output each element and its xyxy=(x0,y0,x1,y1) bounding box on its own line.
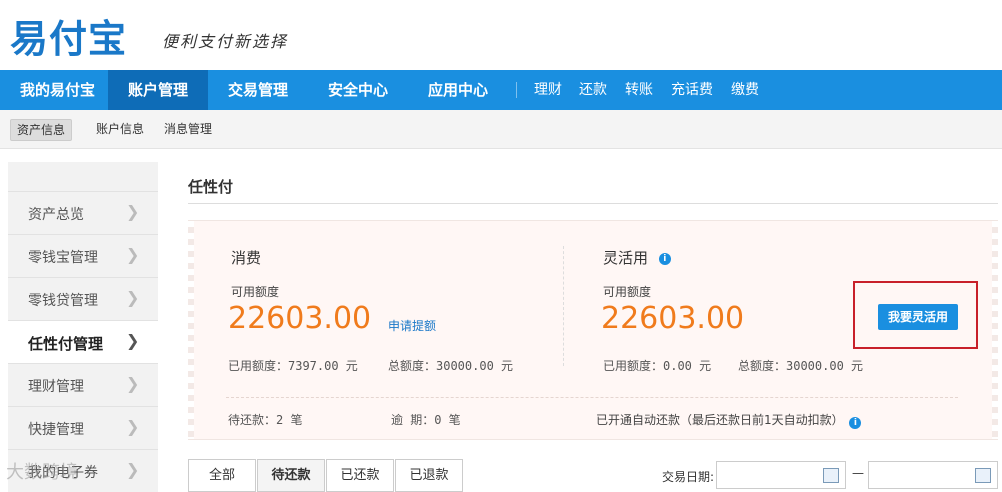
info-icon[interactable]: i xyxy=(849,417,862,429)
nav-sub-topup[interactable]: 充话费 xyxy=(671,70,713,110)
overdue-count: 逾 期：0 笔 xyxy=(391,413,461,427)
sidebar-item-quickpay[interactable]: 快捷管理 ❯ xyxy=(8,406,158,449)
title-divider xyxy=(188,203,998,204)
slogan: 便利支付新选择 xyxy=(162,32,289,51)
header: 易付宝 便利支付新选择 xyxy=(0,0,1002,70)
sidebar-item-label: 零钱宝管理 xyxy=(28,250,98,266)
sidebar-item-renxingfu[interactable]: 任性付管理 ❯ xyxy=(8,320,158,363)
chevron-right-icon: ❯ xyxy=(126,460,140,479)
nav-item-security[interactable]: 安全中心 xyxy=(308,70,408,110)
card-edge-left xyxy=(188,221,194,439)
flexible-use-button[interactable]: 我要灵活用 xyxy=(878,304,958,330)
consume-total-amount: 总额度：30000.00 元 xyxy=(388,359,514,373)
tab-refunded[interactable]: 已退款 xyxy=(395,459,463,492)
nav-item-my-account[interactable]: 我的易付宝 xyxy=(0,70,115,110)
sidebar-item-label: 零钱贷管理 xyxy=(28,293,98,309)
card-edge-right xyxy=(992,221,998,439)
consume-available-label: 可用额度 xyxy=(231,285,280,299)
chevron-right-icon: ❯ xyxy=(126,202,140,221)
sub-nav: 资产信息 账户信息 消息管理 xyxy=(0,110,1002,149)
sidebar-item-label: 任性付管理 xyxy=(28,335,104,353)
nav-sub-finance[interactable]: 理财 xyxy=(534,70,562,110)
logo-text: 易付宝 xyxy=(10,17,128,61)
flexible-heading: 灵活用 i xyxy=(603,247,671,268)
nav-item-apps[interactable]: 应用中心 xyxy=(408,70,508,110)
subnav-account-info[interactable]: 账户信息 xyxy=(90,119,150,139)
sidebar: 资产总览 ❯ 零钱宝管理 ❯ 零钱贷管理 ❯ 任性付管理 ❯ 理财管理 ❯ 快捷… xyxy=(8,162,158,492)
consume-used-amount: 已用额度：7397.00 元 xyxy=(228,359,358,373)
date-filter-label: 交易日期: xyxy=(662,470,715,484)
sidebar-item-change-loan[interactable]: 零钱贷管理 ❯ xyxy=(8,277,158,320)
start-date-input[interactable] xyxy=(716,461,846,489)
flexible-heading-text: 灵活用 xyxy=(603,249,649,267)
subnav-asset-info[interactable]: 资产信息 xyxy=(10,119,73,141)
chevron-right-icon: ❯ xyxy=(126,374,140,393)
flexible-total-amount: 总额度：30000.00 元 xyxy=(738,359,864,373)
sidebar-item-asset-overview[interactable]: 资产总览 ❯ xyxy=(8,191,158,234)
nav-item-transactions[interactable]: 交易管理 xyxy=(208,70,308,110)
sidebar-item-label: 理财管理 xyxy=(28,379,84,395)
chevron-right-icon: ❯ xyxy=(126,417,140,436)
chevron-right-icon: ❯ xyxy=(126,331,140,350)
calendar-icon[interactable] xyxy=(975,468,991,483)
increase-limit-link[interactable]: 申请提额 xyxy=(388,317,436,334)
autopay-status-text: 已开通自动还款（最后还款日前1天自动扣款） xyxy=(596,413,844,427)
card-divider xyxy=(226,397,958,398)
tab-all[interactable]: 全部 xyxy=(188,459,256,492)
nav-sub-transfer[interactable]: 转账 xyxy=(625,70,653,110)
sidebar-item-label: 快捷管理 xyxy=(28,422,84,438)
subnav-message-management[interactable]: 消息管理 xyxy=(158,119,218,139)
date-separator: — xyxy=(852,466,864,480)
logo[interactable]: 易付宝 xyxy=(10,8,127,63)
flexible-available-label: 可用额度 xyxy=(603,285,652,299)
flexible-used-amount: 已用额度：0.00 元 xyxy=(603,359,712,373)
nav-sub-repay[interactable]: 还款 xyxy=(579,70,607,110)
info-icon[interactable]: i xyxy=(658,253,671,265)
sidebar-item-label: 资产总览 xyxy=(28,207,84,223)
tab-repaid[interactable]: 已还款 xyxy=(326,459,394,492)
page-title: 任性付 xyxy=(188,178,234,196)
sidebar-item-wealth[interactable]: 理财管理 ❯ xyxy=(8,363,158,406)
credit-card-panel: 消费 可用额度 22603.00 申请提额 已用额度：7397.00 元 总额度… xyxy=(188,220,998,440)
calendar-icon[interactable] xyxy=(823,468,839,483)
watermark: 大数跨境 xyxy=(6,462,78,483)
autopay-status: 已开通自动还款（最后还款日前1天自动扣款） i xyxy=(596,411,862,429)
consume-heading: 消费 xyxy=(231,249,262,267)
end-date-input[interactable] xyxy=(868,461,998,489)
chevron-right-icon: ❯ xyxy=(126,288,140,307)
nav-sub-bills[interactable]: 缴费 xyxy=(731,70,759,110)
nav-divider xyxy=(516,82,517,98)
consume-available-value: 22603.00 xyxy=(228,301,372,336)
column-divider xyxy=(563,246,564,366)
chevron-right-icon: ❯ xyxy=(126,245,140,264)
main-nav: 我的易付宝 账户管理 交易管理 安全中心 应用中心 理财 还款 转账 充话费 缴… xyxy=(0,70,1002,110)
tab-pending[interactable]: 待还款 xyxy=(257,459,325,492)
pending-repayment-count: 待还款：2 笔 xyxy=(228,413,303,427)
flexible-available-value: 22603.00 xyxy=(601,301,745,336)
nav-item-account-management[interactable]: 账户管理 xyxy=(108,70,208,110)
sidebar-item-change-treasure[interactable]: 零钱宝管理 ❯ xyxy=(8,234,158,277)
